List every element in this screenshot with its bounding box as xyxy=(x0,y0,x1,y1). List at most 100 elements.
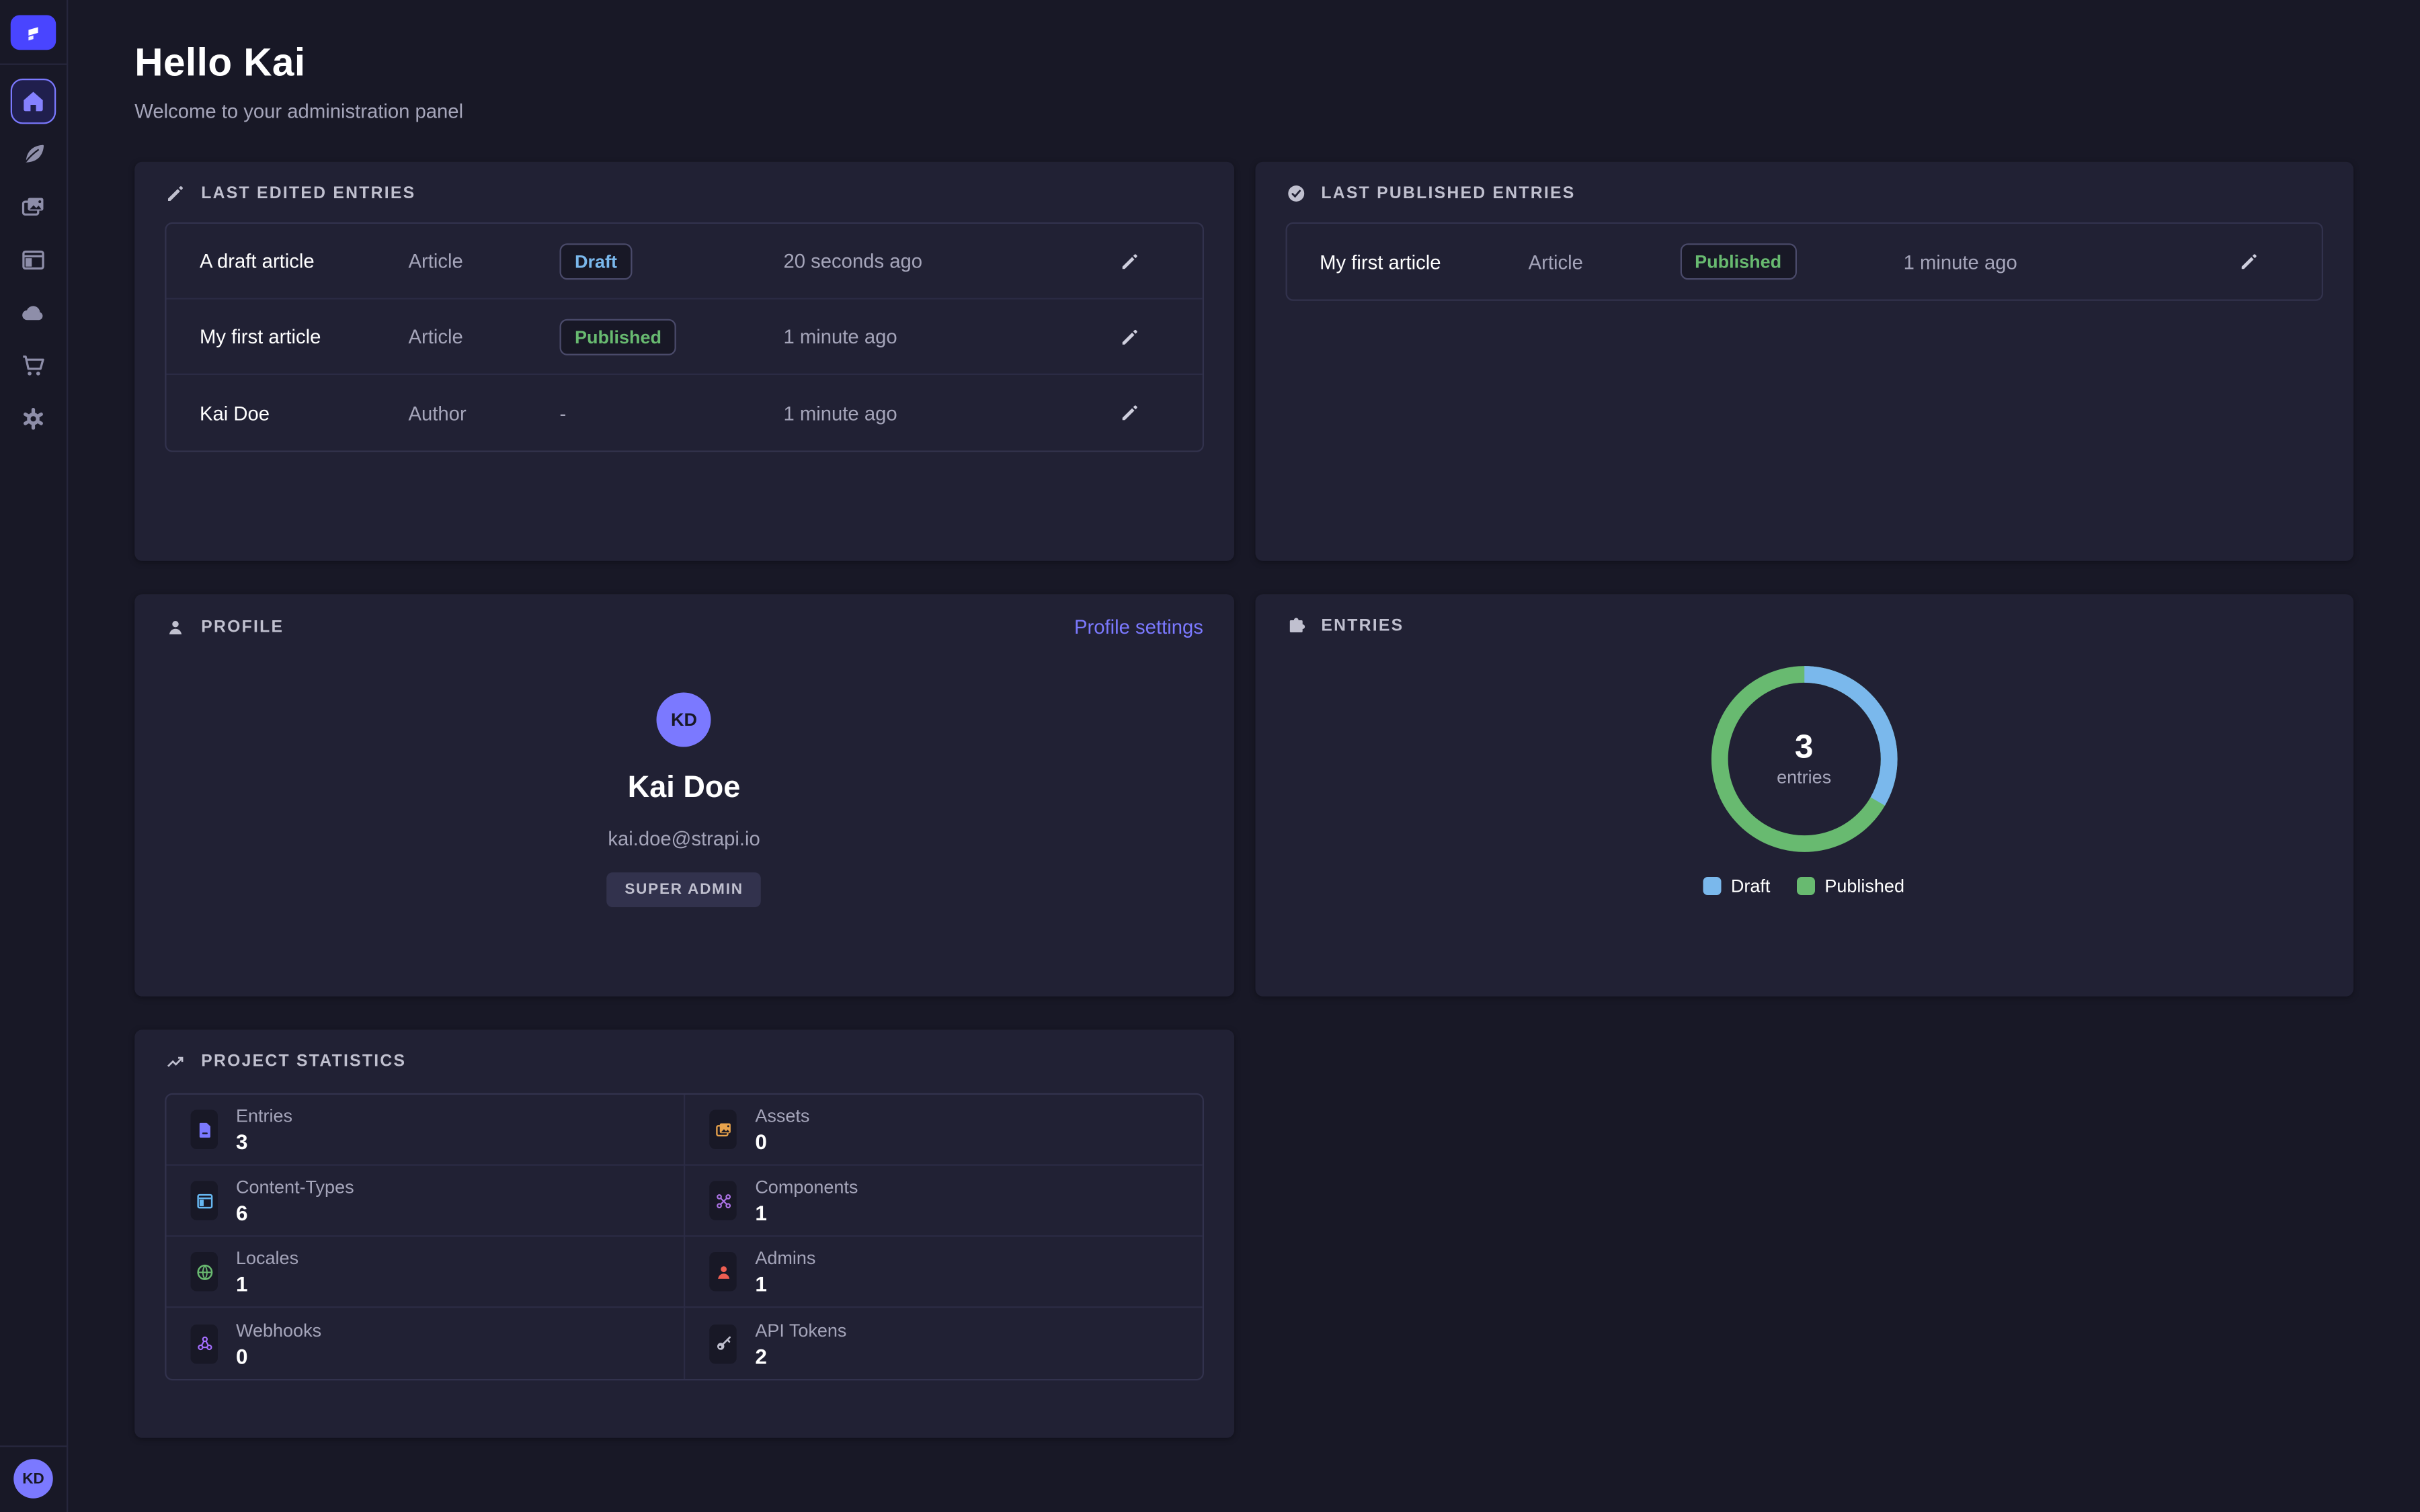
profile-body: KD Kai Doe kai.doe@strapi.io SUPER ADMIN xyxy=(165,638,1203,908)
stat-label: Admins xyxy=(755,1247,815,1269)
components-icon xyxy=(710,1181,737,1220)
profile-name: Kai Doe xyxy=(628,771,741,806)
sidebar-item-deploy[interactable] xyxy=(11,290,56,336)
profile-settings-link[interactable]: Profile settings xyxy=(1074,616,1203,638)
stat-value: 6 xyxy=(236,1201,354,1225)
project-statistics-table: Entries 3 Assets 0 xyxy=(165,1093,1203,1381)
home-icon xyxy=(19,88,47,116)
strapi-logo-icon xyxy=(22,22,46,44)
cloud-icon xyxy=(19,300,47,327)
file-icon xyxy=(191,1110,218,1150)
entry-name: A draft article xyxy=(200,249,409,272)
card-header: ENTRIES xyxy=(1285,616,2323,637)
sidebar-user-avatar[interactable]: KD xyxy=(13,1459,53,1499)
stat-components: Components 1 xyxy=(684,1166,1202,1237)
sidebar-item-content-manager[interactable] xyxy=(11,132,56,177)
stat-locales: Locales 1 xyxy=(167,1237,684,1308)
legend-item-published: Published xyxy=(1798,876,1904,897)
entry-type: Article xyxy=(1529,250,1680,273)
strapi-logo[interactable] xyxy=(11,15,56,50)
puzzle-icon xyxy=(1285,616,1306,637)
stat-value: 1 xyxy=(755,1271,815,1296)
page-subtitle: Welcome to your administration panel xyxy=(134,100,2353,123)
legend-label: Published xyxy=(1824,876,1904,897)
pencil-icon xyxy=(165,183,186,204)
stat-label: Locales xyxy=(236,1247,298,1269)
stat-value: 3 xyxy=(236,1130,292,1154)
edit-pencil-button[interactable] xyxy=(1072,326,1186,347)
stat-content-types: Content-Types 6 xyxy=(167,1166,684,1237)
cart-icon xyxy=(19,352,47,380)
strapi-admin-dashboard: KD Hello Kai Welcome to your administrat… xyxy=(0,0,2420,1512)
sidebar-item-marketplace[interactable] xyxy=(11,343,56,389)
avatar: KD xyxy=(657,693,711,747)
stat-value: 1 xyxy=(236,1271,298,1296)
stat-label: Components xyxy=(755,1177,858,1198)
stat-admins: Admins 1 xyxy=(684,1237,1202,1308)
entries-count: 3 xyxy=(1795,730,1814,764)
entry-time: 20 seconds ago xyxy=(784,249,1072,272)
legend-swatch-draft xyxy=(1703,877,1722,895)
pictures-icon xyxy=(710,1110,737,1150)
table-row: A draft article Article Draft 20 seconds… xyxy=(167,224,1202,300)
entry-name: My first article xyxy=(1320,250,1529,273)
status-badge: Published xyxy=(560,319,677,355)
sidebar-item-media-library[interactable] xyxy=(11,185,56,230)
last-published-entries-table: My first article Article Published 1 min… xyxy=(1285,222,2323,301)
stat-webhooks: Webhooks 0 xyxy=(167,1308,684,1379)
feather-icon xyxy=(19,140,47,168)
card-header: PROFILE Profile settings xyxy=(165,616,1203,638)
sidebar-item-content-type-builder[interactable] xyxy=(11,237,56,283)
stat-api-tokens: API Tokens 2 xyxy=(684,1308,1202,1379)
entry-time: 1 minute ago xyxy=(784,401,1072,424)
last-edited-entries-table: A draft article Article Draft 20 seconds… xyxy=(165,222,1203,452)
card-title: LAST EDITED ENTRIES xyxy=(201,185,415,203)
entry-name: Kai Doe xyxy=(200,401,409,424)
gear-icon xyxy=(19,405,47,433)
table-row: My first article Article Published 1 min… xyxy=(167,300,1202,376)
project-statistics-card: PROJECT STATISTICS Entries 3 xyxy=(134,1030,1234,1438)
check-circle-icon xyxy=(1285,183,1306,204)
sidebar-divider xyxy=(0,64,67,65)
sidebar: KD xyxy=(0,0,68,1512)
stat-label: Assets xyxy=(755,1105,809,1127)
last-published-entries-card: LAST PUBLISHED ENTRIES My first article … xyxy=(1254,162,2353,561)
user-icon xyxy=(710,1252,737,1292)
globe-icon xyxy=(191,1252,218,1292)
entry-type: Author xyxy=(409,401,560,424)
stat-value: 1 xyxy=(755,1201,858,1225)
entry-name: My first article xyxy=(200,325,409,348)
entry-type: Article xyxy=(409,249,560,272)
table-row: Kai Doe Author - 1 minute ago xyxy=(167,375,1202,451)
last-edited-entries-card: LAST EDITED ENTRIES A draft article Arti… xyxy=(134,162,1234,561)
stat-value: 0 xyxy=(755,1130,809,1154)
card-header: LAST PUBLISHED ENTRIES xyxy=(1285,183,2323,204)
card-header: PROJECT STATISTICS xyxy=(165,1051,1203,1073)
edit-pencil-button[interactable] xyxy=(1072,403,1186,424)
stat-label: Webhooks xyxy=(236,1319,321,1341)
stat-label: API Tokens xyxy=(755,1319,846,1341)
profile-card: PROFILE Profile settings KD Kai Doe kai.… xyxy=(134,594,1234,997)
chart-legend: Draft Published xyxy=(1703,876,1904,897)
sidebar-nav xyxy=(11,79,56,442)
entries-donut-chart: 3 entries xyxy=(1709,664,1900,855)
card-title: ENTRIES xyxy=(1321,617,1404,635)
edit-pencil-button[interactable] xyxy=(1072,250,1186,271)
stat-label: Content-Types xyxy=(236,1177,354,1198)
status-empty: - xyxy=(560,401,567,424)
status-badge: Published xyxy=(1680,243,1797,280)
person-icon xyxy=(165,616,186,638)
legend-label: Draft xyxy=(1731,876,1771,897)
edit-pencil-button[interactable] xyxy=(2191,251,2306,273)
sidebar-item-settings[interactable] xyxy=(11,396,56,442)
stat-label: Entries xyxy=(236,1105,292,1127)
stat-assets: Assets 0 xyxy=(684,1095,1202,1166)
entry-time: 1 minute ago xyxy=(784,325,1072,348)
layout-icon xyxy=(19,247,47,274)
card-title: PROJECT STATISTICS xyxy=(201,1052,406,1070)
images-icon xyxy=(19,194,47,221)
sidebar-item-home[interactable] xyxy=(11,79,56,124)
entries-chart-area: 3 entries Draft Published xyxy=(1285,636,2323,896)
entries-card: ENTRIES 3 entries xyxy=(1254,594,2353,997)
widgets-grid: LAST EDITED ENTRIES A draft article Arti… xyxy=(134,162,2353,1438)
